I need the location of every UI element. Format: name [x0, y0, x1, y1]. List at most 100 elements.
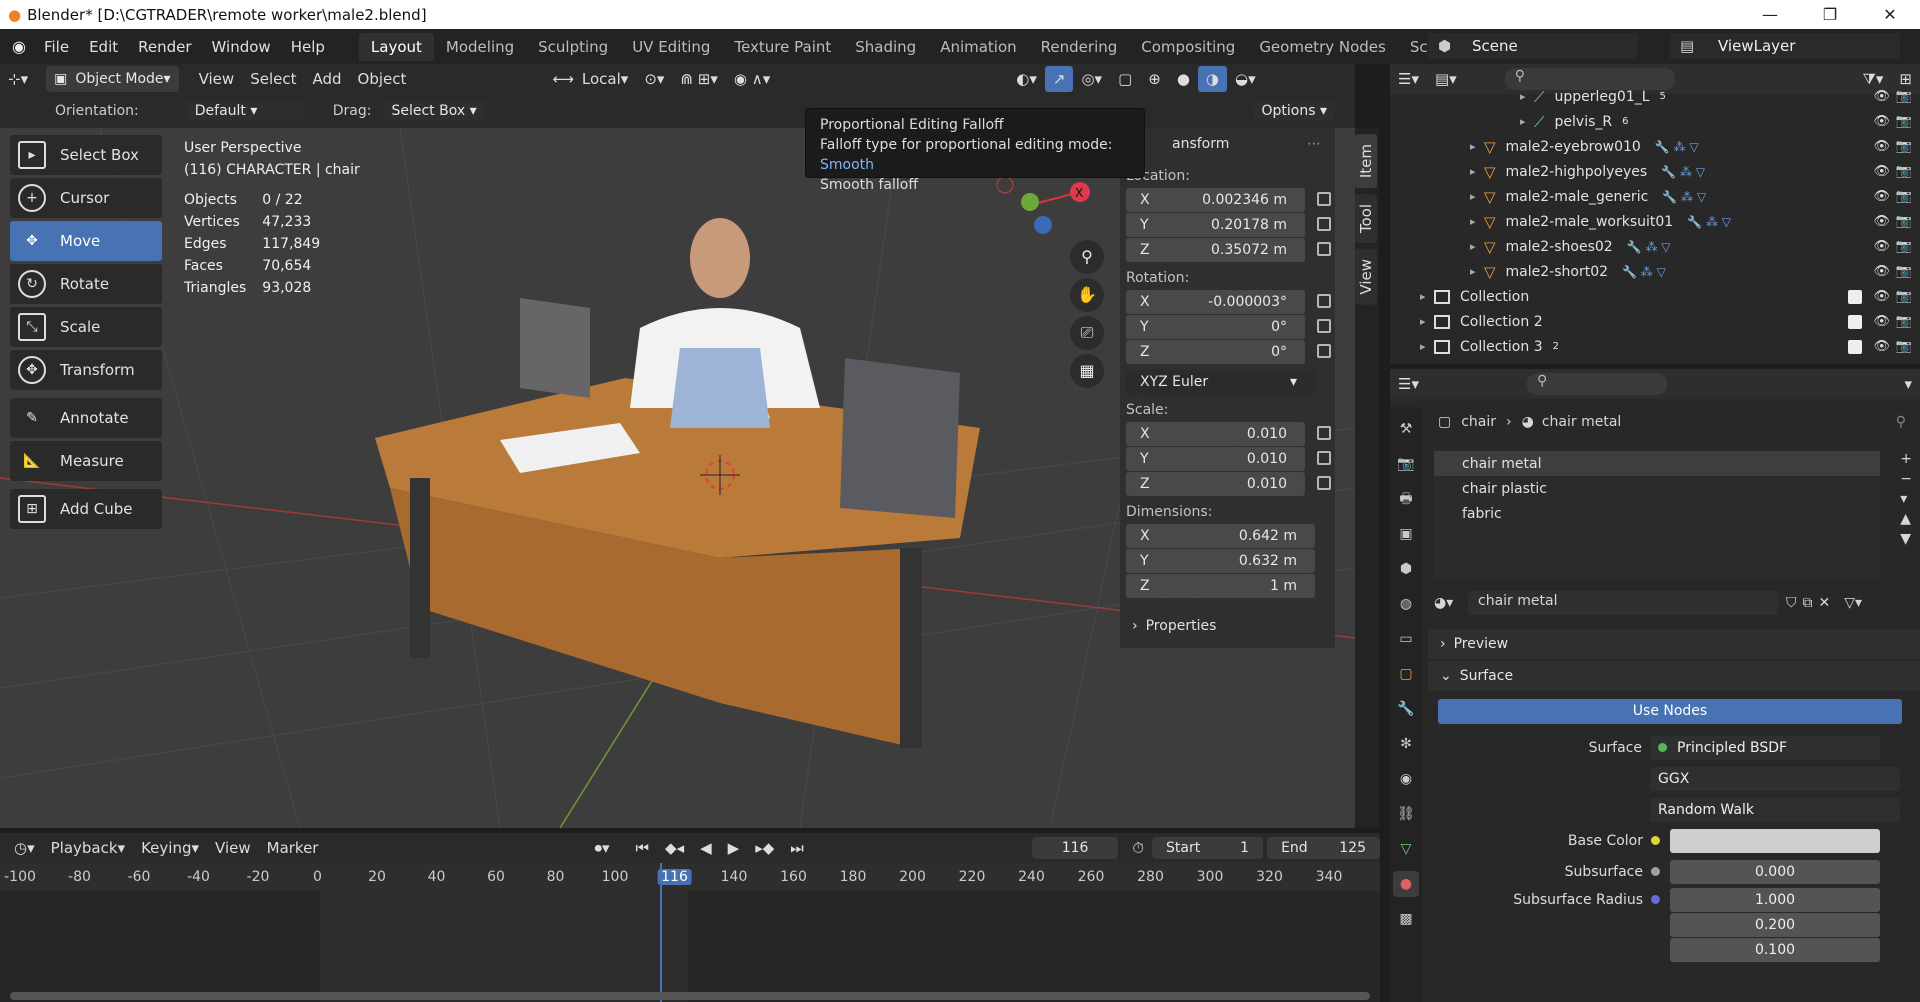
- rotation-x-field[interactable]: X -0.000003°: [1126, 290, 1331, 314]
- lock-icon[interactable]: [1317, 192, 1331, 206]
- location-x-field[interactable]: X 0.002346 m: [1126, 188, 1331, 212]
- expand-icon[interactable]: ▸: [1420, 340, 1434, 353]
- subsurface-radius-z[interactable]: 0.100: [1670, 937, 1880, 962]
- material-properties-icon[interactable]: ●: [1393, 871, 1419, 897]
- duplicate-material-icon[interactable]: ⧉: [1803, 595, 1813, 611]
- play-reverse-icon[interactable]: ◀: [692, 835, 720, 861]
- preview-range-icon[interactable]: ⏱: [1124, 835, 1152, 861]
- options-dropdown[interactable]: Options ▾: [1253, 101, 1335, 121]
- visibility-eye-icon[interactable]: 👁: [1873, 189, 1890, 204]
- camera-view-icon[interactable]: ⎚: [1070, 316, 1104, 350]
- frame-ruler[interactable]: -100 -80 -60 -40 -20 0 20 40 60 80 100 116 140 160 180…: [0, 863, 1380, 891]
- properties-subpanel-header[interactable]: › Properties: [1120, 610, 1335, 642]
- timeline-scrollbar[interactable]: [10, 992, 1370, 1000]
- zoom-icon[interactable]: ⚲: [1070, 240, 1104, 274]
- scale-x-field[interactable]: X 0.010: [1126, 422, 1331, 446]
- maximize-button[interactable]: ❐: [1800, 0, 1860, 29]
- render-camera-icon[interactable]: 📷: [1896, 189, 1912, 204]
- outliner-row[interactable]: ▸ ▽ male2-male_generic 🔧 ⁂ ▽ 👁 📷: [1390, 184, 1920, 209]
- tab-tool[interactable]: Tool: [1355, 194, 1377, 244]
- visibility-eye-icon[interactable]: 👁: [1873, 289, 1890, 304]
- tool-scale[interactable]: ⤡ Scale: [10, 307, 162, 347]
- tool-annotate[interactable]: ✎ Annotate: [10, 398, 162, 438]
- surface-shader-field[interactable]: Principled BSDF: [1650, 735, 1880, 760]
- tab-animation[interactable]: Animation: [928, 33, 1028, 61]
- transform-orientation-dropdown[interactable]: ⟷ Local ▾: [544, 66, 636, 92]
- collection-properties-icon[interactable]: ▭: [1393, 626, 1419, 652]
- lock-icon[interactable]: [1317, 476, 1331, 490]
- view-layer-icon[interactable]: ▣: [1393, 521, 1419, 547]
- tool-properties-icon[interactable]: ⚒: [1393, 416, 1419, 442]
- use-nodes-button[interactable]: Use Nodes: [1438, 699, 1902, 724]
- subsurface-radius-x[interactable]: 1.000: [1670, 887, 1880, 912]
- expand-icon[interactable]: ▸: [1520, 115, 1534, 128]
- lock-icon[interactable]: [1317, 217, 1331, 231]
- tab-geometry-nodes[interactable]: Geometry Nodes: [1247, 33, 1398, 61]
- modifier-icon[interactable]: 🔧 ⁂ ▽: [1662, 190, 1706, 204]
- rotation-mode-dropdown[interactable]: XYZ Euler ▾: [1126, 370, 1315, 394]
- marker-menu[interactable]: Marker: [259, 835, 327, 861]
- tool-add-cube[interactable]: ⊞ Add Cube: [10, 489, 162, 529]
- visibility-eye-icon[interactable]: 👁: [1873, 139, 1890, 154]
- visibility-eye-icon[interactable]: 👁: [1873, 239, 1890, 254]
- modifier-properties-icon[interactable]: 🔧: [1393, 696, 1419, 722]
- visibility-eye-icon[interactable]: 👁: [1873, 114, 1890, 129]
- scale-y-field[interactable]: Y 0.010: [1126, 447, 1331, 471]
- menu-help[interactable]: Help: [281, 38, 335, 56]
- drag-dropdown[interactable]: Select Box ▾: [383, 101, 485, 121]
- tab-uv-editing[interactable]: UV Editing: [620, 33, 722, 61]
- pan-hand-icon[interactable]: ✋: [1070, 278, 1104, 312]
- preview-panel-header[interactable]: › Preview: [1428, 629, 1920, 659]
- surface-panel-header[interactable]: ⌄ Surface: [1428, 661, 1920, 691]
- outliner-row[interactable]: ▸ ▽ male2-shoes02 🔧 ⁂ ▽ 👁 📷: [1390, 234, 1920, 259]
- proportional-editing-icon[interactable]: ◉ ∧▾: [726, 66, 778, 92]
- modifier-icon[interactable]: 🔧 ⁂ ▽: [1655, 140, 1699, 154]
- ortho-grid-icon[interactable]: ▦: [1070, 354, 1104, 388]
- xray-icon[interactable]: ▢: [1110, 66, 1140, 92]
- orientation-dropdown[interactable]: Default ▾: [186, 101, 305, 121]
- modifier-icon[interactable]: 🔧 ⁂ ▽: [1661, 165, 1705, 179]
- outliner-row[interactable]: ▸ ⟋ pelvis_R 6 👁 📷: [1390, 109, 1920, 134]
- editor-type-icon[interactable]: ⊹▾: [0, 66, 36, 92]
- move-up-icon[interactable]: ▲: [1900, 511, 1912, 527]
- current-frame-field[interactable]: 116: [1031, 837, 1119, 859]
- texture-properties-icon[interactable]: ▩: [1393, 906, 1419, 932]
- properties-editor-icon[interactable]: ☰▾: [1390, 371, 1427, 397]
- visibility-eye-icon[interactable]: 👁: [1873, 264, 1890, 279]
- scene-selector[interactable]: ⬢ Scene: [1428, 33, 1638, 59]
- expand-icon[interactable]: ▸: [1470, 165, 1484, 178]
- tab-rendering[interactable]: Rendering: [1029, 33, 1130, 61]
- scale-z-field[interactable]: Z 0.010: [1126, 472, 1331, 496]
- dimensions-x-field[interactable]: X 0.642 m: [1126, 524, 1315, 548]
- pin-icon[interactable]: ⚲: [1896, 414, 1906, 430]
- end-frame-field[interactable]: End 125: [1267, 837, 1380, 859]
- play-icon[interactable]: ▶: [720, 835, 748, 861]
- add-slot-icon[interactable]: +: [1900, 451, 1912, 467]
- view-menu[interactable]: View: [191, 66, 243, 92]
- render-camera-icon[interactable]: 📷: [1896, 164, 1912, 179]
- tab-texture-paint[interactable]: Texture Paint: [722, 33, 843, 61]
- drag-handle-icon[interactable]: ⋯: [1307, 136, 1321, 152]
- rotation-z-field[interactable]: Z 0°: [1126, 340, 1331, 364]
- add-menu[interactable]: Add: [304, 66, 349, 92]
- lock-icon[interactable]: [1317, 294, 1331, 308]
- material-slot[interactable]: fabric: [1434, 501, 1880, 526]
- tool-measure[interactable]: 📐 Measure: [10, 441, 162, 481]
- menu-window[interactable]: Window: [202, 38, 281, 56]
- render-camera-icon[interactable]: 📷: [1896, 339, 1912, 354]
- tab-view[interactable]: View: [1355, 249, 1377, 305]
- close-button[interactable]: ✕: [1860, 0, 1920, 29]
- playback-menu[interactable]: Playback ▾: [43, 835, 133, 861]
- slot-specials-icon[interactable]: ▾: [1900, 491, 1912, 507]
- expand-icon[interactable]: ▸: [1470, 215, 1484, 228]
- prev-keyframe-icon[interactable]: ◆◂: [657, 835, 692, 861]
- unlink-material-icon[interactable]: ✕: [1819, 595, 1831, 611]
- timeline-view-menu[interactable]: View: [207, 835, 259, 861]
- world-properties-icon[interactable]: ◍: [1393, 591, 1419, 617]
- viewlayer-selector[interactable]: ▤ ViewLayer: [1670, 33, 1900, 59]
- modifier-icon[interactable]: 🔧 ⁂ ▽: [1687, 215, 1731, 229]
- material-link-icon[interactable]: ▽▾: [1844, 595, 1862, 611]
- lock-icon[interactable]: [1317, 451, 1331, 465]
- shading-material-icon[interactable]: ◑: [1197, 66, 1228, 92]
- subsurface-method-dropdown[interactable]: Random Walk: [1650, 797, 1900, 822]
